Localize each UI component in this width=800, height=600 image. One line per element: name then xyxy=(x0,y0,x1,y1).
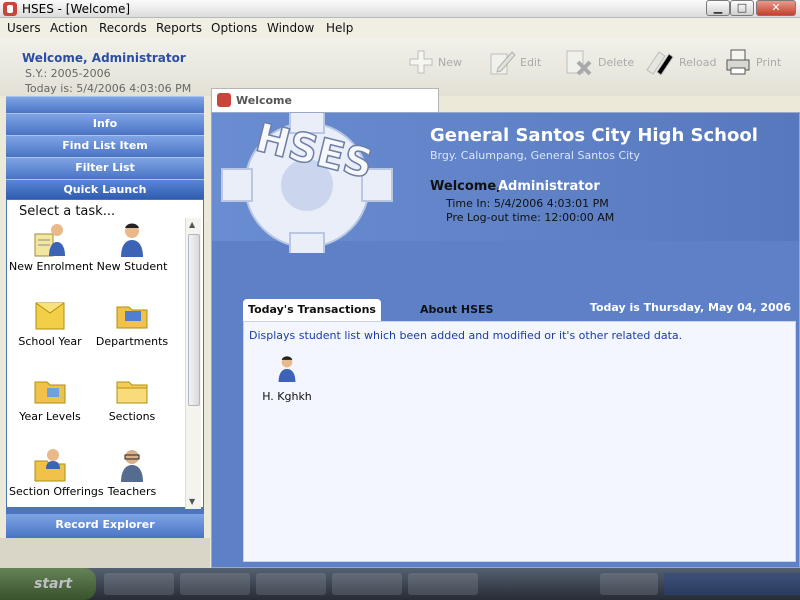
menu-action[interactable]: Action xyxy=(50,21,88,35)
tab-todays-transactions[interactable]: Today's Transactions xyxy=(243,299,381,321)
scroll-up-icon[interactable]: ▲ xyxy=(189,220,195,229)
task-label: New Enrolment xyxy=(9,260,94,273)
teacher-icon xyxy=(121,450,143,482)
title-bar: HSES - [Welcome] ▁ □ ✕ xyxy=(0,0,800,18)
section-info[interactable]: Info xyxy=(6,113,204,133)
today-text: Today is: 5/4/2006 4:03:06 PM xyxy=(25,82,192,95)
pre-logout-time: Pre Log-out time: 12:00:00 AM xyxy=(446,211,615,224)
task-title: Select a task... xyxy=(19,204,116,219)
system-tray xyxy=(664,573,800,595)
welcome-user: Administrator xyxy=(498,179,600,194)
edit-icon xyxy=(490,51,516,75)
task-section-offerings[interactable]: Section Offerings xyxy=(9,447,104,517)
print-label: Print xyxy=(756,55,782,69)
school-year-text: S.Y.: 2005-2006 xyxy=(25,67,111,80)
section-offerings-icon xyxy=(34,449,66,482)
task-label: Year Levels xyxy=(19,410,81,423)
delete-icon xyxy=(566,50,592,76)
taskbar-item[interactable] xyxy=(180,573,250,595)
menu-records[interactable]: Records xyxy=(99,21,147,35)
task-label: New Student xyxy=(96,260,168,273)
minimize-button[interactable]: ▁ xyxy=(706,0,730,16)
menu-users[interactable]: Users xyxy=(7,21,41,35)
student-name: H. Kghkh xyxy=(262,390,312,403)
panel-top-strip xyxy=(6,96,204,112)
time-in: Time In: 5/4/2006 4:03:01 PM xyxy=(446,197,609,210)
new-label: New xyxy=(438,55,462,69)
folder-icon xyxy=(116,381,148,404)
enrolment-icon xyxy=(34,224,65,257)
task-departments[interactable]: Departments xyxy=(91,297,173,367)
edit-button[interactable]: Edit xyxy=(488,46,541,78)
print-button[interactable]: Print xyxy=(724,46,781,78)
delete-label: Delete xyxy=(598,55,635,69)
tab-label: Welcome xyxy=(236,94,292,107)
school-year-icon xyxy=(35,302,65,330)
new-button[interactable]: New xyxy=(408,46,462,78)
task-school-year[interactable]: School Year xyxy=(9,297,91,367)
welcome-page: HSES General Santos City High School Brg… xyxy=(211,112,800,568)
task-new-student[interactable]: New Student xyxy=(91,222,173,292)
departments-icon xyxy=(116,306,148,329)
app-icon xyxy=(217,93,231,107)
year-levels-icon xyxy=(34,381,66,404)
banner: HSES General Santos City High School Brg… xyxy=(212,113,799,253)
student-item[interactable]: H. Kghkh xyxy=(258,352,316,403)
reload-label: Reload xyxy=(679,55,717,69)
menu-reports[interactable]: Reports xyxy=(156,21,202,35)
task-year-levels[interactable]: Year Levels xyxy=(9,372,91,442)
welcome-text: Welcome, Administrator xyxy=(22,51,186,65)
start-button[interactable]: start xyxy=(0,568,96,600)
task-label: School Year xyxy=(18,335,82,348)
section-find-list-item[interactable]: Find List Item xyxy=(6,135,204,155)
student-icon xyxy=(121,223,143,257)
menu-bar: Users Action Records Reports Options Win… xyxy=(0,18,800,38)
transactions-panel: Displays student list which been added a… xyxy=(243,321,796,562)
printer-icon xyxy=(726,49,750,75)
plus-icon xyxy=(409,50,433,74)
delete-button[interactable]: Delete xyxy=(564,46,634,78)
student-icon xyxy=(278,356,296,382)
scroll-down-icon[interactable]: ▼ xyxy=(189,497,195,506)
task-teachers[interactable]: Teachers xyxy=(91,447,173,517)
task-label: Departments xyxy=(95,335,169,348)
reload-button[interactable]: Reload xyxy=(643,46,716,78)
menu-window[interactable]: Window xyxy=(267,21,314,35)
app-icon xyxy=(3,2,17,16)
record-explorer-button[interactable]: Record Explorer xyxy=(6,514,204,536)
school-address: Brgy. Calumpang, General Santos City xyxy=(430,149,640,162)
maximize-button[interactable]: □ xyxy=(730,0,754,16)
window-title: HSES - [Welcome] xyxy=(22,2,131,16)
school-name: General Santos City High School xyxy=(430,125,758,146)
menu-help[interactable]: Help xyxy=(326,21,353,35)
taskbar-item[interactable] xyxy=(104,573,174,595)
transactions-description: Displays student list which been added a… xyxy=(249,329,683,342)
task-new-enrolment[interactable]: New Enrolment xyxy=(9,222,94,292)
edit-label: Edit xyxy=(520,55,542,69)
section-quick-launch[interactable]: Quick Launch xyxy=(6,179,204,199)
reload-icon xyxy=(646,51,674,76)
task-label: Teachers xyxy=(107,485,157,498)
task-sections[interactable]: Sections xyxy=(91,372,173,442)
tab-about-hses[interactable]: About HSES xyxy=(420,303,493,316)
tab-welcome[interactable]: Welcome xyxy=(211,88,439,112)
taskbar-item[interactable] xyxy=(332,573,402,595)
task-label: Sections xyxy=(108,410,156,423)
hses-gear-logo: HSES xyxy=(221,113,393,253)
task-list: Select a task... New Enrolment New Stude… xyxy=(7,200,203,509)
scroll-thumb[interactable] xyxy=(188,234,200,406)
left-panel: Info Find List Item Filter List Quick La… xyxy=(6,96,204,538)
task-scrollbar[interactable]: ▲ ▼ xyxy=(185,218,201,509)
section-filter-list[interactable]: Filter List xyxy=(6,157,204,177)
welcome-prefix: Welcome, xyxy=(430,179,502,194)
task-label: Section Offerings xyxy=(9,485,104,498)
taskbar: start xyxy=(0,568,800,600)
left-bottom-decoration xyxy=(0,538,210,568)
today-date: Today is Thursday, May 04, 2006 xyxy=(589,301,791,314)
menu-options[interactable]: Options xyxy=(211,21,257,35)
close-button[interactable]: ✕ xyxy=(756,0,796,16)
taskbar-item[interactable] xyxy=(600,573,658,595)
taskbar-item[interactable] xyxy=(408,573,478,595)
taskbar-item[interactable] xyxy=(256,573,326,595)
